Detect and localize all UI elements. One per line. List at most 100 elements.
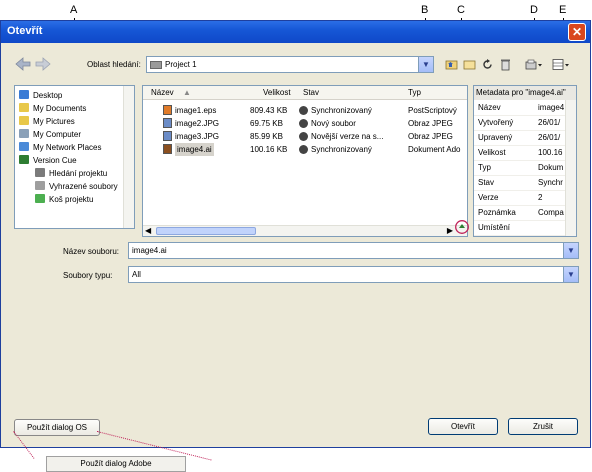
filename-input[interactable]: image4.ai ▼ [128,242,579,259]
column-header-size[interactable]: Velikost [263,88,291,97]
file-row[interactable]: image2.JPG 69.75 KB Nový soubor Obraz JPEG [143,117,467,130]
metadata-key: Stav [478,178,495,187]
look-in-dropdown[interactable]: Project 1 ▼ [146,56,434,73]
metadata-panel: Metadata pro "image4.ai" Název image4 Vytv… [473,85,577,237]
places-scrollbar[interactable] [123,86,134,228]
column-header-type[interactable]: Typ [408,88,421,97]
metadata-row: Název image4 [474,101,576,116]
refresh-icon[interactable] [481,58,494,71]
metadata-key: Umístění [478,223,511,232]
place-icon [19,129,29,138]
callout-c: C [457,4,465,16]
preview-toggle-icon[interactable] [455,220,469,234]
places-item[interactable]: My Network Places [19,142,101,154]
callout-e: E [559,4,567,16]
metadata-row: Velikost 100.16 [474,146,576,161]
chevron-down-icon[interactable]: ▼ [563,243,578,258]
callout-a: A [70,4,78,16]
places-item-label: My Documents [33,104,87,113]
place-icon [19,103,29,112]
metadata-value: Synchr [538,178,563,187]
look-in-value: Project 1 [165,60,197,69]
close-button[interactable]: ✕ [568,23,586,41]
open-dialog: Otevřít ✕ Oblast hledání: Project 1 ▼ De… [0,20,591,448]
callout-b: B [421,4,429,16]
column-header-status[interactable]: Stav [303,88,319,97]
up-folder-icon[interactable] [445,58,458,71]
place-icon [19,90,29,99]
file-name: image3.JPG [175,132,220,141]
file-list: Název ▲ Velikost Stav Typ image1.eps 809.… [142,85,468,237]
places-item[interactable]: My Documents [19,103,86,115]
file-status: Novější verze na s... [311,132,384,141]
metadata-scrollbar[interactable] [565,100,576,236]
chevron-down-icon[interactable]: ▼ [563,267,578,282]
tools-menu-icon[interactable] [525,58,543,71]
file-icon [163,144,172,154]
file-type-label: Soubory typu: [63,271,113,280]
file-size: 69.75 KB [250,119,283,128]
places-item-label: My Pictures [33,117,75,126]
back-arrow-icon[interactable] [15,57,31,71]
file-type: Dokument Ado [408,145,461,154]
metadata-key: Upravený [478,133,513,142]
metadata-row: Upravený 26/01/ [474,131,576,146]
places-item-label: My Computer [33,130,82,139]
place-icon [35,181,45,190]
file-type-dropdown[interactable]: All ▼ [128,266,579,283]
metadata-row: Umístění [474,221,576,236]
places-item-label: Version Cue [33,156,77,165]
new-folder-icon[interactable] [463,58,476,71]
metadata-value: 26/01/ [538,133,561,142]
cancel-button[interactable]: Zrušit [508,418,578,435]
status-icon [299,145,308,154]
file-type: Obraz JPEG [408,132,453,141]
status-icon [299,106,308,115]
file-name: image1.eps [175,106,217,115]
scroll-left-icon[interactable]: ◀ [145,226,151,235]
metadata-row: Verze 2 [474,191,576,206]
trash-icon[interactable] [499,58,512,71]
places-item[interactable]: My Pictures [19,116,75,128]
column-header-name[interactable]: Název [151,88,174,97]
places-sidebar: Desktop My Documents My Pictures My Compute… [14,85,135,229]
file-row[interactable]: image4.ai 100.16 KB Synchronizovaný Dokumen… [143,143,467,156]
places-item[interactable]: Hledání projektu [35,168,107,180]
sort-ascending-icon: ▲ [183,88,191,97]
place-icon [19,116,29,125]
places-item[interactable]: My Computer [19,129,81,141]
chevron-down-icon[interactable]: ▼ [418,57,433,72]
metadata-row: Poznámka Compa [474,206,576,221]
open-button[interactable]: Otevřít [428,418,498,435]
file-type: PostScriptový [408,106,457,115]
file-status: Synchronizovaný [311,145,372,154]
places-item[interactable]: Vyhrazené soubory [35,181,118,193]
file-name: image4.ai [175,143,214,156]
metadata-value: Compa [538,208,564,217]
scroll-right-icon[interactable]: ▶ [447,226,453,235]
file-size: 85.99 KB [250,132,283,141]
place-icon [19,142,29,151]
horizontal-scrollbar[interactable]: ◀ ▶ [143,225,467,236]
project-folder-icon [150,61,162,69]
file-icon [163,105,172,115]
title-bar: Otevřít ✕ [1,21,590,43]
metadata-key: Název [478,103,501,112]
use-os-dialog-button[interactable]: Použít dialog OS [14,419,100,436]
close-icon: ✕ [571,25,583,39]
file-icon [163,131,172,141]
places-item[interactable]: Koš projektu [35,194,93,206]
file-type-value: All [132,270,141,279]
scroll-thumb[interactable] [156,227,256,235]
file-row[interactable]: image3.JPG 85.99 KB Novější verze na s... O… [143,130,467,143]
place-icon [35,194,45,203]
file-size: 809.43 KB [250,106,288,115]
places-item[interactable]: Version Cue [19,155,77,167]
places-item[interactable]: Desktop [19,90,62,102]
view-menu-icon[interactable] [552,58,570,71]
file-name: image2.JPG [175,119,220,128]
forward-arrow-icon[interactable] [35,57,51,71]
metadata-value: 26/01/ [538,118,561,127]
use-adobe-dialog-button[interactable]: Použít dialog Adobe [46,456,186,472]
file-row[interactable]: image1.eps 809.43 KB Synchronizovaný PostSc… [143,104,467,117]
